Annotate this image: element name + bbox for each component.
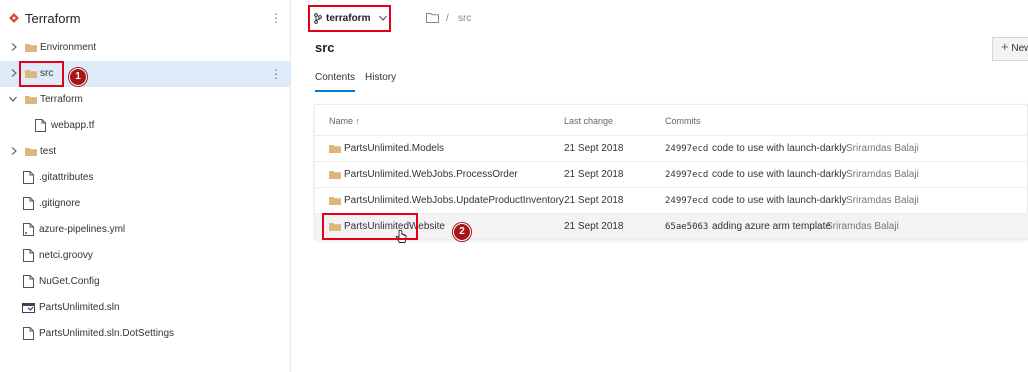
folder-name-link[interactable]: PartsUnlimited.Models xyxy=(344,143,444,154)
yaml-file-icon xyxy=(23,223,34,236)
tree-item-azure-pipelines[interactable]: azure-pipelines.yml xyxy=(0,217,291,243)
file-icon xyxy=(23,249,34,262)
chevron-down-icon[interactable] xyxy=(8,94,18,104)
repo-more-actions-icon[interactable]: ⋮ xyxy=(270,12,282,24)
git-repo-icon xyxy=(9,13,19,23)
annotation-badge-2: 2 xyxy=(453,223,471,241)
last-change: 21 Sept 2018 xyxy=(564,221,624,232)
tree-item-environment[interactable]: Environment xyxy=(0,35,291,61)
file-icon xyxy=(23,197,34,210)
tree-item-label: PartsUnlimited.sln.DotSettings xyxy=(39,328,175,339)
tree-item-label: test xyxy=(40,146,57,157)
folder-name-link[interactable]: PartsUnlimited.WebJobs.ProcessOrder xyxy=(344,169,518,180)
tree-item-netci-groovy[interactable]: netci.groovy xyxy=(0,243,291,269)
file-tree-panel: Terraform ⋮ Environment src ⋮ Terraform … xyxy=(0,0,291,372)
tree-item-label: .gitignore xyxy=(39,198,81,209)
tree-item-dotsettings[interactable]: PartsUnlimited.sln.DotSettings xyxy=(0,321,291,347)
chevron-right-icon[interactable] xyxy=(9,42,19,52)
tree-item-partsunlimited-sln[interactable]: PartsUnlimited.sln xyxy=(0,295,291,321)
active-tab-indicator xyxy=(315,90,355,92)
column-header-commits: Commits xyxy=(665,116,701,126)
commit-message: code to use with launch-darkly xyxy=(712,143,847,154)
commit-hash-link[interactable]: 24997ecd xyxy=(665,170,708,180)
file-icon xyxy=(23,327,34,340)
commit-author: Sriramdas Balaji xyxy=(826,221,899,232)
tree-item-label: netci.groovy xyxy=(39,250,93,261)
commit-message: code to use with launch-darkly xyxy=(712,195,847,206)
chevron-right-icon[interactable] xyxy=(9,146,19,156)
folder-icon xyxy=(25,96,37,104)
src-more-actions-icon[interactable]: ⋮ xyxy=(270,68,282,80)
commit-hash-link[interactable]: 24997ecd xyxy=(665,144,708,154)
folder-icon xyxy=(25,44,37,52)
tree-item-gitignore[interactable]: .gitignore xyxy=(0,191,291,217)
commit-author: Sriramdas Balaji xyxy=(846,143,919,154)
tree-item-label: Environment xyxy=(40,42,97,53)
plus-icon: + xyxy=(1001,39,1009,54)
breadcrumb-src[interactable]: src xyxy=(458,13,471,24)
file-icon xyxy=(35,119,46,132)
file-table: Name ↑ Last change Commits PartsUnlimite… xyxy=(314,104,1028,243)
commit-author: Sriramdas Balaji xyxy=(846,169,919,180)
tree-item-label: azure-pipelines.yml xyxy=(39,224,126,235)
commit-message: code to use with launch-darkly xyxy=(712,169,847,180)
commit-hash-link[interactable]: 65ae5063 xyxy=(665,222,708,232)
last-change: 21 Sept 2018 xyxy=(564,143,624,154)
folder-outline-icon[interactable] xyxy=(426,13,439,23)
annotation-box-src xyxy=(19,61,64,87)
repo-header[interactable]: Terraform ⋮ xyxy=(0,0,291,36)
commit-hash-link[interactable]: 24997ecd xyxy=(665,196,708,206)
tree-item-webapp-tf[interactable]: webapp.tf xyxy=(0,113,291,139)
tab-history[interactable]: History xyxy=(365,72,396,83)
new-button[interactable]: + New xyxy=(992,37,1028,61)
last-change: 21 Sept 2018 xyxy=(564,195,624,206)
new-button-label: New xyxy=(1011,43,1028,54)
table-row[interactable]: PartsUnlimited.Models 21 Sept 2018 24997… xyxy=(315,135,1028,161)
annotation-box-website xyxy=(322,213,418,240)
tree-item-label: Terraform xyxy=(40,94,83,105)
tree-item-nuget-config[interactable]: NuGet.Config xyxy=(0,269,291,295)
tree-item-label: PartsUnlimited.sln xyxy=(39,302,120,313)
tree-item-gitattributes[interactable]: .gitattributes xyxy=(0,165,291,191)
tree-item-label: webapp.tf xyxy=(51,120,95,131)
folder-icon xyxy=(329,145,341,153)
breadcrumb-separator: / xyxy=(446,13,449,24)
tree-item-test[interactable]: test xyxy=(0,139,291,165)
tree-item-terraform[interactable]: Terraform xyxy=(0,87,291,113)
annotation-box-branch xyxy=(308,5,391,32)
tree-item-label: NuGet.Config xyxy=(39,276,100,287)
commit-author: Sriramdas Balaji xyxy=(846,195,919,206)
folder-icon xyxy=(329,197,341,205)
annotation-badge-1: 1 xyxy=(69,68,87,86)
tree-item-label: .gitattributes xyxy=(39,172,94,183)
column-header-last-change: Last change xyxy=(564,116,614,126)
file-icon xyxy=(23,171,34,184)
table-row[interactable]: PartsUnlimited.WebJobs.ProcessOrder 21 S… xyxy=(315,161,1028,187)
repo-title: Terraform xyxy=(25,11,81,26)
tab-contents[interactable]: Contents xyxy=(315,72,355,83)
last-change: 21 Sept 2018 xyxy=(564,169,624,180)
chevron-right-icon[interactable] xyxy=(9,68,19,78)
folder-icon xyxy=(25,148,37,156)
main-content: terraform / src src + New Contents Histo… xyxy=(292,0,1028,372)
folder-icon xyxy=(329,171,341,179)
commit-message: adding azure arm template xyxy=(712,221,831,232)
table-row[interactable]: PartsUnlimited.WebJobs.UpdateProductInve… xyxy=(315,187,1028,213)
file-icon xyxy=(23,275,34,288)
solution-file-icon xyxy=(22,303,35,313)
table-row[interactable]: PartsUnlimitedWebsite 21 Sept 2018 65ae5… xyxy=(315,213,1028,243)
page-title: src xyxy=(315,40,335,55)
folder-name-link[interactable]: PartsUnlimited.WebJobs.UpdateProductInve… xyxy=(344,195,564,206)
column-header-name[interactable]: Name ↑ xyxy=(329,116,360,126)
